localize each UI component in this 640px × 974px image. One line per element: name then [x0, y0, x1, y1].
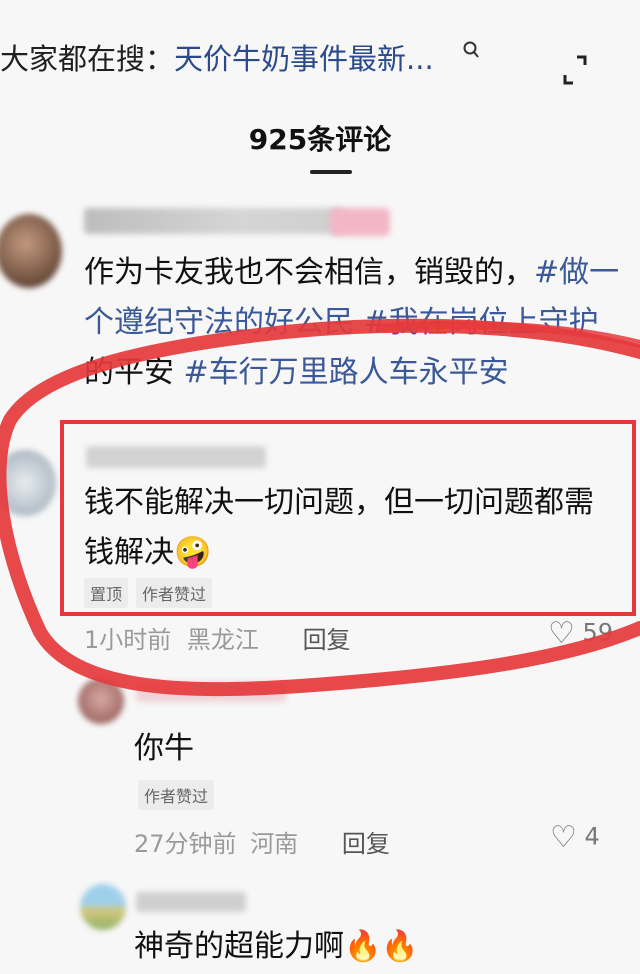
like-button[interactable]: ♡ 4: [550, 820, 600, 855]
fire-icon: 🔥🔥: [344, 929, 419, 964]
comment-meta: 1小时前 黑龙江 回复: [84, 620, 351, 655]
comment-text: 作为卡友我也不会相信，销毁的，#做一: [84, 255, 620, 290]
trending-search-text[interactable]: 大家都在搜：天价牛奶事件最新...: [0, 36, 434, 78]
reply-item: 你牛 作者赞过 27分钟前 河南 回复 ♡ 4: [0, 676, 640, 866]
search-keyword[interactable]: 天价牛奶事件最新...: [174, 42, 434, 76]
search-bar[interactable]: 大家都在搜：天价牛奶事件最新...: [0, 22, 640, 92]
reply-text: 神奇的超能力啊🔥🔥: [134, 929, 419, 964]
comment-location: 黑龙江: [186, 626, 259, 654]
like-count: 4: [584, 822, 600, 851]
collapse-icon[interactable]: [563, 55, 587, 87]
avatar[interactable]: [80, 884, 126, 930]
comment-count-title: 925条评论: [248, 123, 392, 156]
title-underline: [310, 170, 352, 174]
username-blurred[interactable]: [84, 208, 344, 234]
heart-icon: ♡: [550, 820, 577, 855]
comment-item: 作为卡友我也不会相信，销毁的，#做一 个遵纪守法的好公民 #我在岗位上守护 的平…: [0, 200, 640, 390]
search-icon[interactable]: [462, 40, 482, 70]
comment-time: 27分钟前: [134, 830, 237, 858]
author-liked-badge: 作者赞过: [138, 780, 215, 810]
comment-time: 1小时前: [84, 626, 172, 654]
like-count: 59: [582, 618, 614, 647]
comment-text-line3: 的平安 #车行万里路人车永平安: [84, 355, 509, 390]
comment-location: 河南: [250, 830, 299, 858]
reply-item: 神奇的超能力啊🔥🔥: [0, 880, 640, 964]
user-badge-blurred: [330, 208, 390, 236]
hashtag-link[interactable]: #车行万里路人车永平安: [184, 355, 509, 390]
reply-text: 你牛: [134, 731, 194, 766]
heart-icon: ♡: [548, 616, 575, 651]
reply-button[interactable]: 回复: [303, 626, 351, 654]
comment-meta: 27分钟前 河南 回复: [134, 824, 390, 859]
search-prefix: 大家都在搜：: [0, 42, 175, 76]
username-blurred[interactable]: [136, 682, 286, 702]
highlight-box: [60, 420, 636, 616]
badges-row: 作者赞过: [138, 780, 222, 810]
like-button[interactable]: ♡ 59: [548, 616, 613, 651]
hashtag-link[interactable]: 个遵纪守法的好公民 #我在岗位上守护: [84, 296, 599, 350]
username-blurred[interactable]: [136, 892, 246, 912]
hashtag-link[interactable]: #做一: [534, 255, 619, 290]
avatar[interactable]: [0, 214, 62, 288]
avatar[interactable]: [0, 450, 56, 516]
reply-button[interactable]: 回复: [342, 830, 390, 858]
avatar[interactable]: [78, 678, 124, 724]
